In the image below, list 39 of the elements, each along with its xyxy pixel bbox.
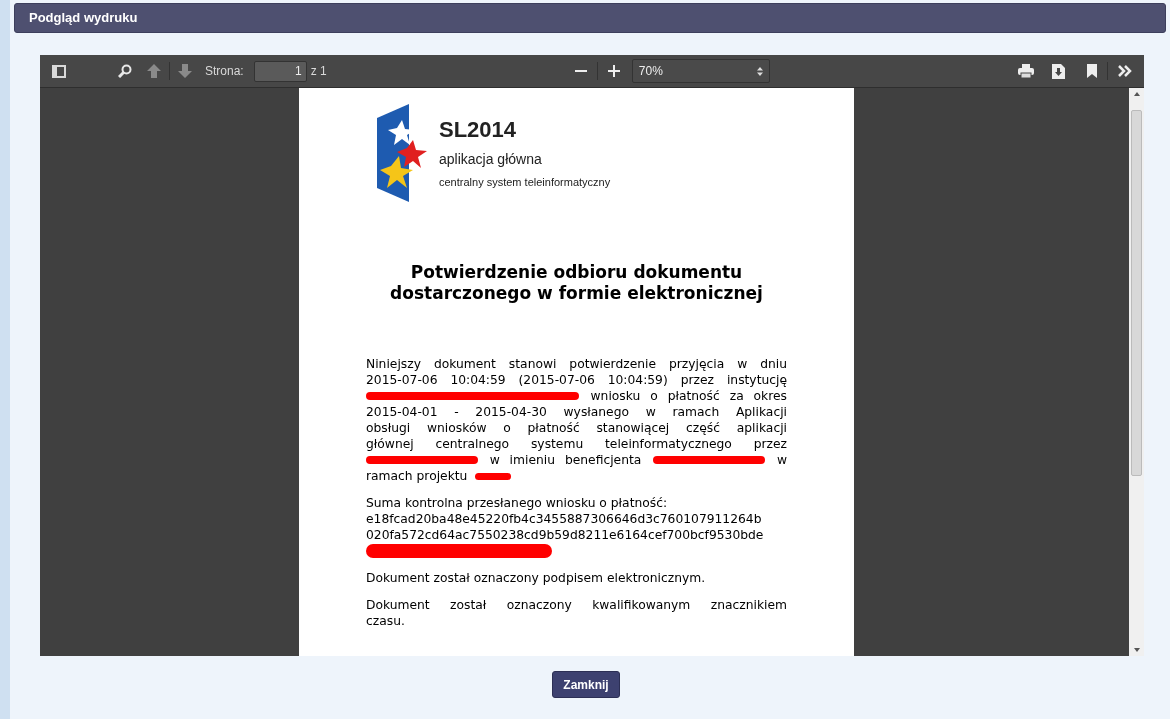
document-text: obsługi wniosków o płatność stanowiącej część aplikacji — [366, 420, 787, 436]
document-text: 020fa572cd64ac7550238cd9b59d8211e6164cef700bcf9530bde — [366, 527, 764, 543]
document-text: ramach projektu — [366, 468, 468, 484]
redaction-mark — [475, 472, 512, 480]
logo-title: SL2014 — [439, 115, 518, 144]
chevron-up-down-icon — [756, 66, 763, 76]
arrow-up-icon[interactable] — [146, 63, 162, 79]
sidebar-toggle-icon[interactable] — [52, 64, 66, 78]
document-text: w imieniu beneficjenta — [489, 452, 642, 468]
document-text: Niniejszy dokument stanowi potwierdzenie przyjęcia w dniu — [366, 356, 787, 372]
document-title: Potwierdzenie odbioru dokumentu dostarczonego w formie elektronicznej — [389, 262, 764, 304]
page-count: z 1 — [310, 63, 327, 80]
document-text: 2015-04-01 - 2015-04-30 wysłanego w ramach Aplikacji — [366, 404, 787, 420]
close-button[interactable]: Zamknij — [552, 671, 620, 698]
document-text: Dokument został oznaczony kwalifikowanym znacznikiem — [366, 597, 787, 613]
document-text: wniosku o płatność za okres — [590, 388, 787, 404]
document-text: Suma kontrolna przesłanego wniosku o płatność: — [366, 495, 668, 511]
document-text: w — [776, 452, 787, 468]
document-text: Dokument został oznaczony podpisem elektronicznym. — [366, 570, 706, 586]
document-text: głównej centralnego systemu teleinformatycznego przez — [366, 436, 787, 452]
document-text: czasu. — [366, 613, 405, 629]
scroll-up-icon[interactable] — [1133, 92, 1140, 96]
logo-subtitle: aplikacja główna — [439, 149, 543, 169]
zoom-select[interactable]: 70% — [631, 59, 770, 83]
zoom-in-icon[interactable] — [607, 65, 620, 77]
scrollbar[interactable] — [1129, 88, 1144, 656]
scroll-down-icon[interactable] — [1133, 648, 1140, 652]
document-text: e18fcad20ba48e45220fb4c3455887306646d3c760107911264b — [366, 511, 762, 527]
bookmark-icon[interactable] — [1087, 64, 1097, 78]
arrow-down-icon[interactable] — [177, 63, 193, 79]
dialog-title: Podgląd wydruku — [29, 9, 138, 28]
page-label: Strona: — [205, 63, 244, 80]
double-chevron-icon[interactable] — [1118, 65, 1132, 77]
page-number-field[interactable]: 1 — [253, 60, 307, 82]
logo-tagline: centralny system teleinformatyczny — [439, 174, 611, 190]
document-text: 2015-07-06 10:04:59 (2015-07-06 10:04:59) przez instytucję — [366, 372, 787, 388]
print-icon[interactable] — [1018, 64, 1034, 78]
search-icon[interactable] — [118, 64, 132, 78]
download-icon[interactable] — [1052, 63, 1065, 79]
